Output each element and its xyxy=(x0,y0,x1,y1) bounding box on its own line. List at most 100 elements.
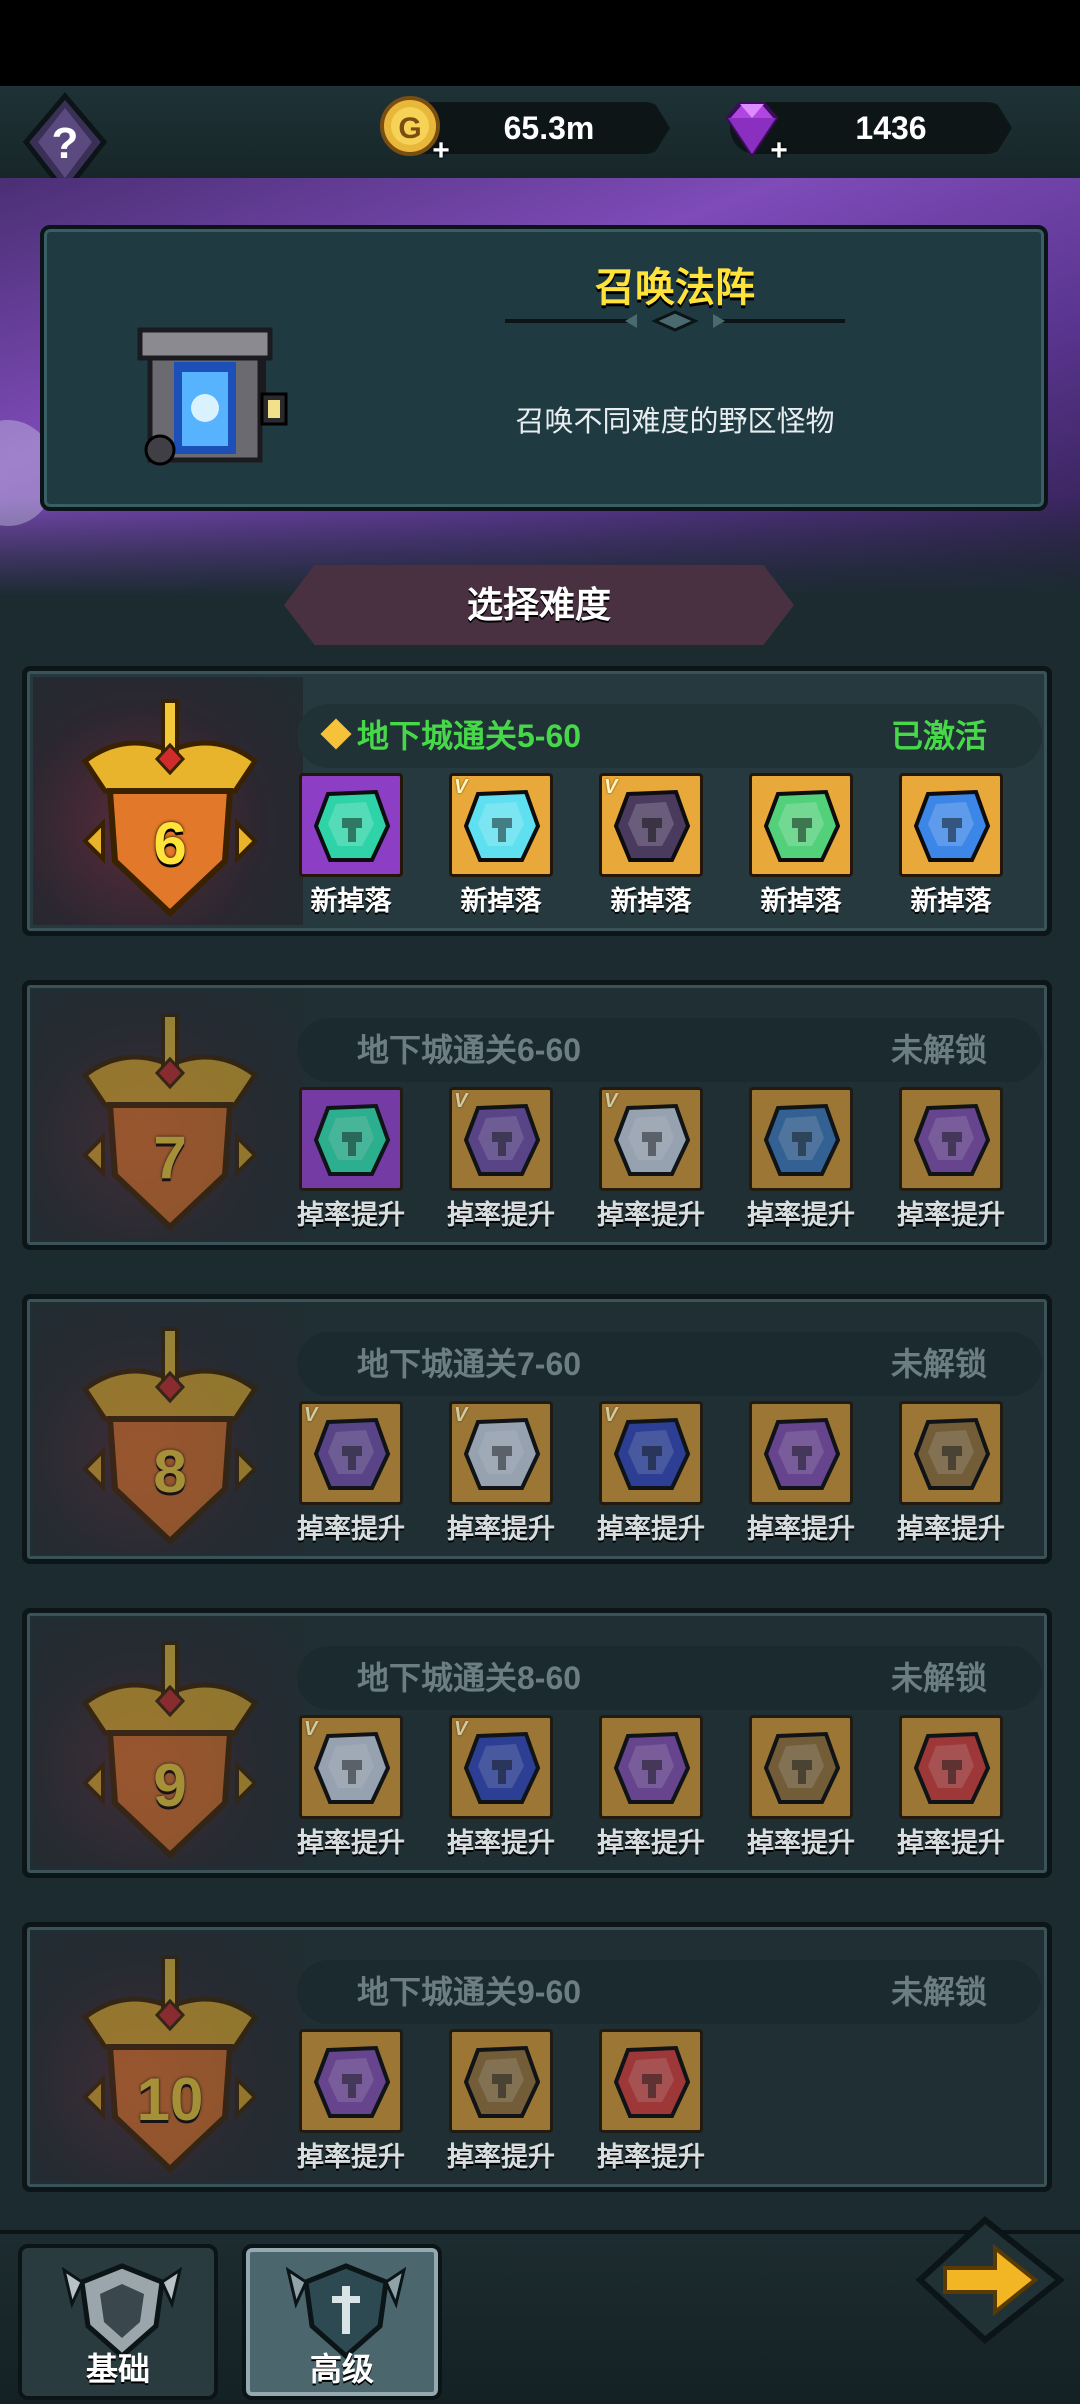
reward-item[interactable]: 新掉落 xyxy=(745,773,857,918)
tab-advanced[interactable]: 高级 xyxy=(242,2244,442,2400)
rarity-mark: V xyxy=(604,776,618,798)
crest-icon xyxy=(81,1013,259,1232)
reward-item[interactable]: 掉率提升 xyxy=(445,2029,557,2174)
next-button[interactable] xyxy=(900,2210,1070,2350)
rune-stone-icon xyxy=(763,1103,841,1176)
difficulty-level: 10 xyxy=(136,2066,204,2133)
crest-icon xyxy=(81,1641,259,1860)
status-label: 未解锁 xyxy=(890,1660,987,1696)
difficulty-badge: 7 xyxy=(65,1005,275,1237)
reward-tile xyxy=(899,773,1003,877)
rarity-mark: V xyxy=(304,1718,318,1740)
gold-add-button[interactable]: G + xyxy=(376,92,450,166)
requirement-text: 地下城通关9-60 xyxy=(357,1974,582,2010)
rune-stone-icon xyxy=(763,1417,841,1490)
reward-label: 新掉落 xyxy=(460,886,542,916)
reward-tile: V xyxy=(449,1715,553,1819)
reward-label: 掉率提升 xyxy=(297,2142,405,2172)
reward-item[interactable]: 掉率提升 xyxy=(295,1087,407,1232)
rune-stone-icon xyxy=(613,789,691,862)
reward-item[interactable]: V 新掉落 xyxy=(445,773,557,918)
reward-item[interactable]: 新掉落 xyxy=(295,773,407,918)
plus-icon: + xyxy=(770,134,788,167)
rune-stone-icon xyxy=(463,789,541,862)
reward-item[interactable]: 掉率提升 xyxy=(745,1401,857,1546)
banner-description: 召唤不同难度的野区怪物 xyxy=(515,406,835,438)
reward-tile: V xyxy=(599,1087,703,1191)
reward-item[interactable]: V 掉率提升 xyxy=(595,1401,707,1546)
reward-item[interactable]: 掉率提升 xyxy=(895,1715,1007,1860)
difficulty-card[interactable]: 9 地下城通关8-60 未解锁 V 掉率提升 V 掉率提升 掉率提升 掉率提升 掉率提升 xyxy=(22,1608,1052,1878)
plus-icon: + xyxy=(432,134,450,167)
requirement-text: 地下城通关7-60 xyxy=(357,1346,582,1382)
reward-label: 新掉落 xyxy=(310,886,392,916)
reward-item[interactable]: V 掉率提升 xyxy=(445,1401,557,1546)
reward-item[interactable]: 掉率提升 xyxy=(745,1715,857,1860)
rune-stone-icon xyxy=(313,789,391,862)
reward-item[interactable]: 掉率提升 xyxy=(595,2029,707,2174)
reward-item[interactable]: V 掉率提升 xyxy=(445,1087,557,1232)
reward-item[interactable]: V 掉率提升 xyxy=(445,1715,557,1860)
reward-label: 掉率提升 xyxy=(897,1514,1005,1544)
reward-tile: V xyxy=(449,1087,553,1191)
rune-stone-icon xyxy=(913,1103,991,1176)
rune-stone-icon xyxy=(763,1731,841,1804)
reward-label: 掉率提升 xyxy=(597,1200,705,1230)
rune-stone-icon xyxy=(313,1103,391,1176)
status-label: 未解锁 xyxy=(890,1346,987,1382)
requirement-text: 地下城通关5-60 xyxy=(357,718,582,754)
crest-icon xyxy=(81,1955,259,2174)
banner-title: 召唤法阵 xyxy=(595,266,755,310)
reward-label: 掉率提升 xyxy=(747,1514,855,1544)
status-label: 已激活 xyxy=(890,718,987,754)
difficulty-level: 8 xyxy=(153,1438,187,1505)
tab-basic-label: 基础 xyxy=(85,2351,150,2387)
reward-item[interactable]: V 掉率提升 xyxy=(295,1401,407,1546)
reward-tile xyxy=(899,1087,1003,1191)
reward-label: 掉率提升 xyxy=(447,2142,555,2172)
rarity-mark: V xyxy=(454,1090,468,1112)
rune-stone-icon xyxy=(763,789,841,862)
reward-label: 新掉落 xyxy=(910,886,992,916)
requirement-text: 地下城通关6-60 xyxy=(357,1032,582,1068)
reward-label: 掉率提升 xyxy=(897,1828,1005,1858)
reward-item[interactable]: 掉率提升 xyxy=(895,1087,1007,1232)
reward-item[interactable]: 掉率提升 xyxy=(295,2029,407,2174)
reward-tile xyxy=(299,773,403,877)
rune-stone-icon xyxy=(313,2045,391,2118)
reward-tile: V xyxy=(599,1401,703,1505)
reward-label: 掉率提升 xyxy=(597,1828,705,1858)
reward-tile xyxy=(299,1087,403,1191)
reward-item[interactable]: V 掉率提升 xyxy=(595,1087,707,1232)
arrow-right-icon xyxy=(915,2216,1065,2344)
reward-item[interactable]: 新掉落 xyxy=(895,773,1007,918)
reward-tile xyxy=(749,1087,853,1191)
difficulty-card[interactable]: 7 地下城通关6-60 未解锁 掉率提升 V 掉率提升 V 掉率提升 掉率提升 掉率提升 xyxy=(22,980,1052,1250)
rune-stone-icon xyxy=(613,1731,691,1804)
reward-item[interactable]: 掉率提升 xyxy=(895,1401,1007,1546)
difficulty-badge: 10 xyxy=(65,1947,275,2179)
difficulty-card[interactable]: 10 地下城通关9-60 未解锁 掉率提升 掉率提升 掉率提升 xyxy=(22,1922,1052,2192)
gem-add-button[interactable]: + xyxy=(714,92,788,166)
status-label: 未解锁 xyxy=(890,1032,987,1068)
difficulty-card[interactable]: 8 地下城通关7-60 未解锁 V 掉率提升 V 掉率提升 V 掉率提升 掉率提升 掉率提升 xyxy=(22,1294,1052,1564)
difficulty-card[interactable]: 6 地下城通关5-60 已激活 新掉落 V 新掉落 V 新掉落 新掉落 新掉落 xyxy=(22,666,1052,936)
tab-basic[interactable]: 基础 xyxy=(18,2244,218,2400)
reward-item[interactable]: 掉率提升 xyxy=(745,1087,857,1232)
difficulty-level: 9 xyxy=(153,1752,187,1819)
reward-tile xyxy=(449,2029,553,2133)
portal-icon xyxy=(130,290,300,470)
rune-stone-icon xyxy=(913,1417,991,1490)
reward-item[interactable]: 掉率提升 xyxy=(595,1715,707,1860)
reward-label: 掉率提升 xyxy=(447,1828,555,1858)
reward-tile: V xyxy=(449,1401,553,1505)
reward-item[interactable]: V 掉率提升 xyxy=(295,1715,407,1860)
difficulty-level: 6 xyxy=(153,810,187,877)
difficulty-badge: 8 xyxy=(65,1319,275,1551)
reward-label: 掉率提升 xyxy=(597,1514,705,1544)
rarity-mark: V xyxy=(454,776,468,798)
reward-item[interactable]: V 新掉落 xyxy=(595,773,707,918)
rune-stone-icon xyxy=(613,2045,691,2118)
rune-stone-icon xyxy=(463,1731,541,1804)
crest-icon xyxy=(81,1327,259,1546)
